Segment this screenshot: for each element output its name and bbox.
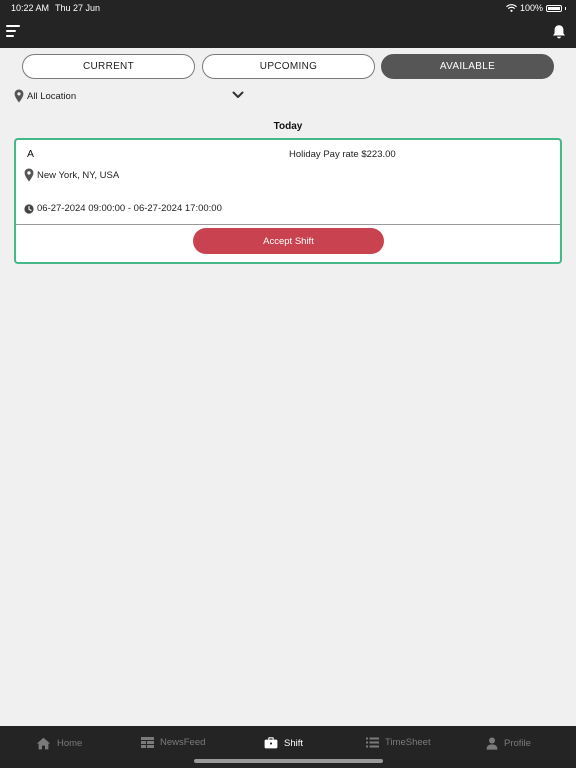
- location-filter-label: All Location: [27, 90, 77, 102]
- menu-line: [6, 30, 16, 32]
- status-date: Thu 27 Jun: [55, 3, 101, 13]
- accept-shift-button[interactable]: Accept Shift: [193, 228, 384, 254]
- menu-line: [6, 25, 20, 27]
- top-bar: 10:22 AM Thu 27 Jun 100%: [0, 0, 576, 48]
- nav-shift[interactable]: Shift: [264, 737, 303, 749]
- wifi-icon: [506, 4, 517, 12]
- shift-time-row: 06-27-2024 09:00:00 - 06-27-2024 17:00:0…: [24, 203, 222, 214]
- nav-profile[interactable]: Profile: [486, 737, 531, 750]
- profile-icon: [486, 737, 498, 750]
- shift-location: New York, NY, USA: [37, 169, 120, 181]
- nav-newsfeed[interactable]: NewsFeed: [141, 737, 205, 748]
- battery-percent: 100%: [519, 3, 543, 13]
- location-pin-icon: [14, 89, 24, 103]
- home-icon: [36, 737, 51, 750]
- nav-newsfeed-label: NewsFeed: [160, 737, 206, 748]
- card-divider: [16, 224, 560, 225]
- battery-tip: [565, 6, 566, 10]
- shift-tabs: CURRENT UPCOMING AVAILABLE: [22, 54, 554, 79]
- nav-timesheet[interactable]: TimeSheet: [366, 737, 431, 748]
- shift-pay-rate: Holiday Pay rate $223.00: [289, 149, 396, 160]
- battery-icon: [546, 4, 562, 12]
- menu-button[interactable]: [6, 24, 22, 40]
- menu-line: [6, 35, 14, 37]
- status-time: 10:22 AM: [11, 3, 50, 13]
- home-indicator: [194, 759, 383, 763]
- nav-home-label: Home: [57, 738, 83, 749]
- timesheet-icon: [366, 737, 379, 748]
- location-filter-dropdown[interactable]: All Location: [14, 88, 250, 104]
- clock-icon: [24, 203, 34, 214]
- notification-bell-icon[interactable]: [552, 24, 566, 40]
- shift-name: A: [27, 148, 35, 160]
- nav-profile-label: Profile: [504, 738, 531, 749]
- status-indicators: 100%: [506, 3, 566, 13]
- newsfeed-icon: [141, 737, 154, 748]
- location-pin-icon: [24, 168, 34, 182]
- tab-available[interactable]: AVAILABLE: [381, 54, 554, 79]
- shift-card: A Holiday Pay rate $223.00 New York, NY,…: [14, 138, 562, 264]
- nav-home[interactable]: Home: [36, 737, 82, 750]
- briefcase-icon: [264, 737, 278, 749]
- shift-time-range: 06-27-2024 09:00:00 - 06-27-2024 17:00:0…: [37, 203, 222, 214]
- tab-current[interactable]: CURRENT: [22, 54, 195, 79]
- nav-shift-label: Shift: [284, 737, 304, 749]
- tab-upcoming[interactable]: UPCOMING: [202, 54, 375, 79]
- section-title-today: Today: [273, 121, 303, 132]
- nav-timesheet-label: TimeSheet: [385, 737, 431, 748]
- chevron-down-icon: [232, 91, 244, 98]
- shift-location-row: New York, NY, USA: [24, 168, 119, 182]
